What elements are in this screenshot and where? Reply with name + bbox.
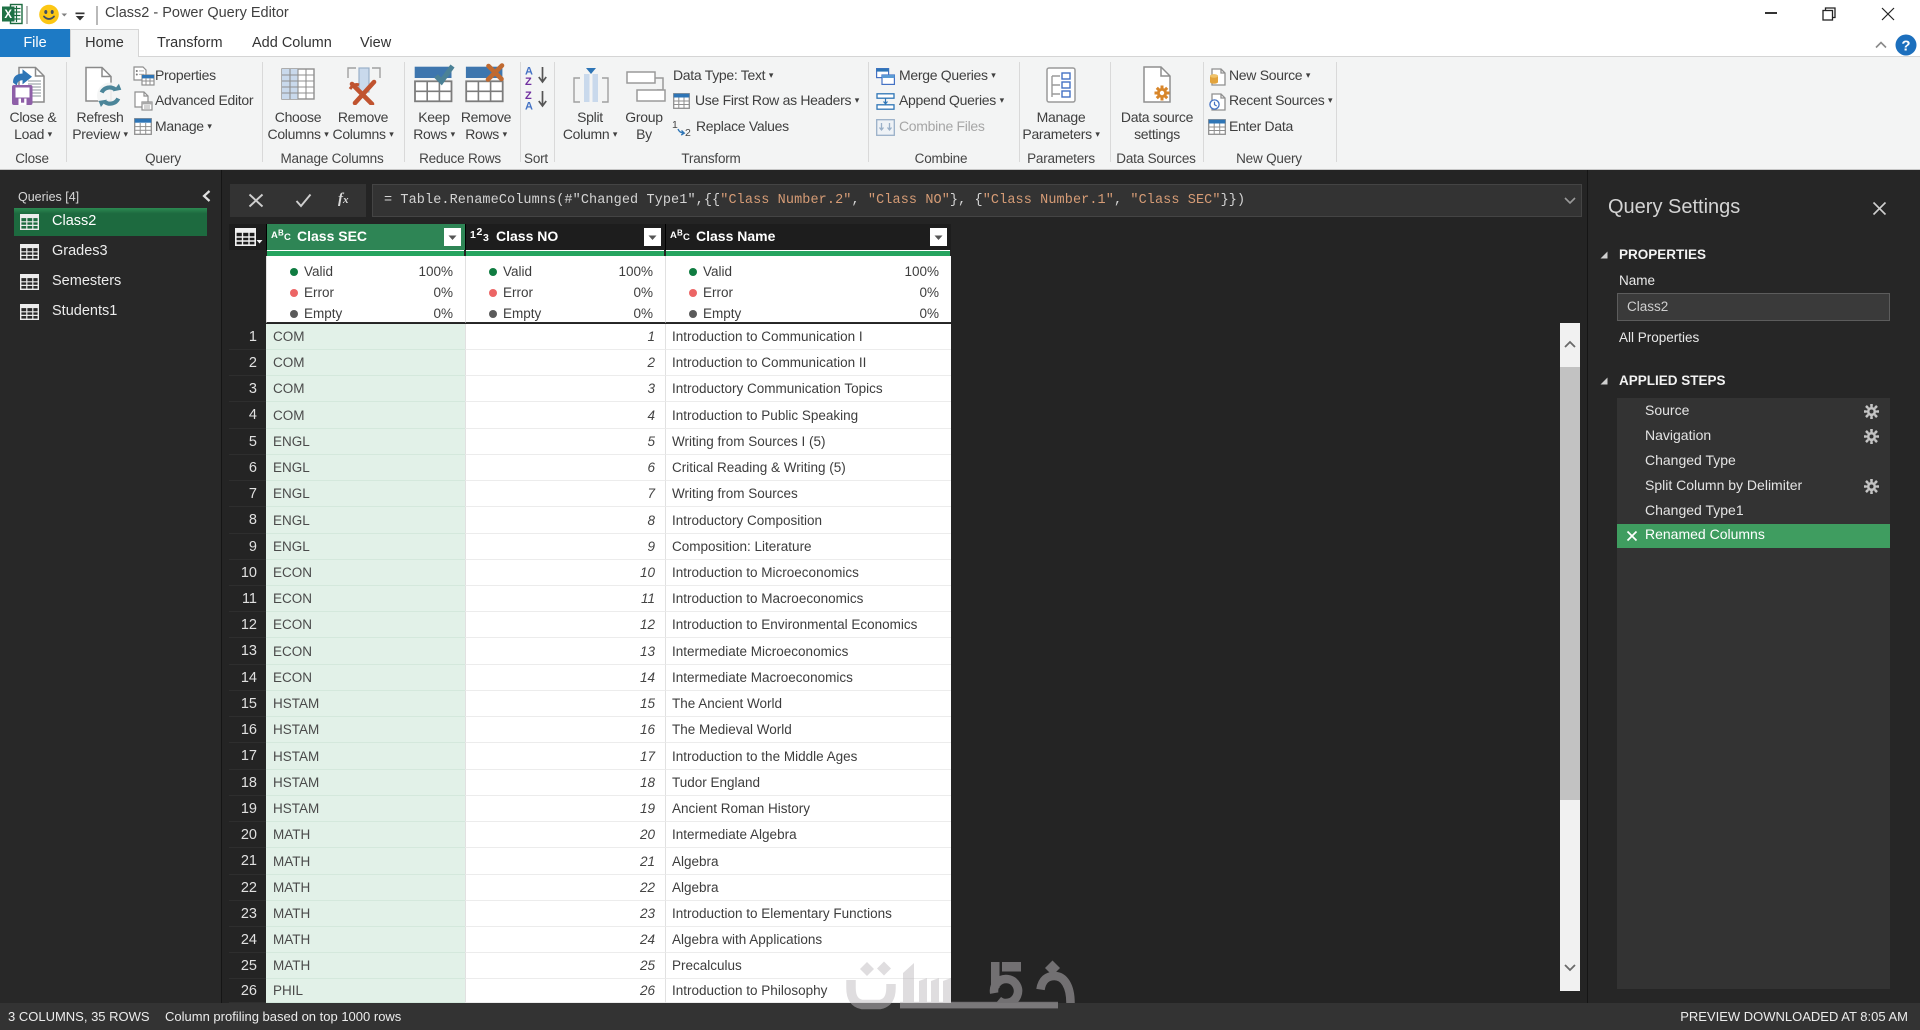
svg-text:2: 2 bbox=[685, 127, 691, 136]
svg-text:1: 1 bbox=[672, 119, 678, 131]
svg-text:?: ? bbox=[1901, 38, 1910, 55]
svg-text:X: X bbox=[4, 9, 12, 21]
svg-text:Z: Z bbox=[525, 76, 532, 88]
svg-text:A: A bbox=[271, 230, 278, 241]
svg-text:1: 1 bbox=[470, 229, 476, 241]
svg-text:A: A bbox=[670, 230, 677, 241]
svg-text:C: C bbox=[284, 232, 291, 243]
svg-text:2: 2 bbox=[477, 227, 483, 238]
svg-text:C: C bbox=[683, 232, 690, 243]
svg-text:3: 3 bbox=[483, 232, 489, 244]
